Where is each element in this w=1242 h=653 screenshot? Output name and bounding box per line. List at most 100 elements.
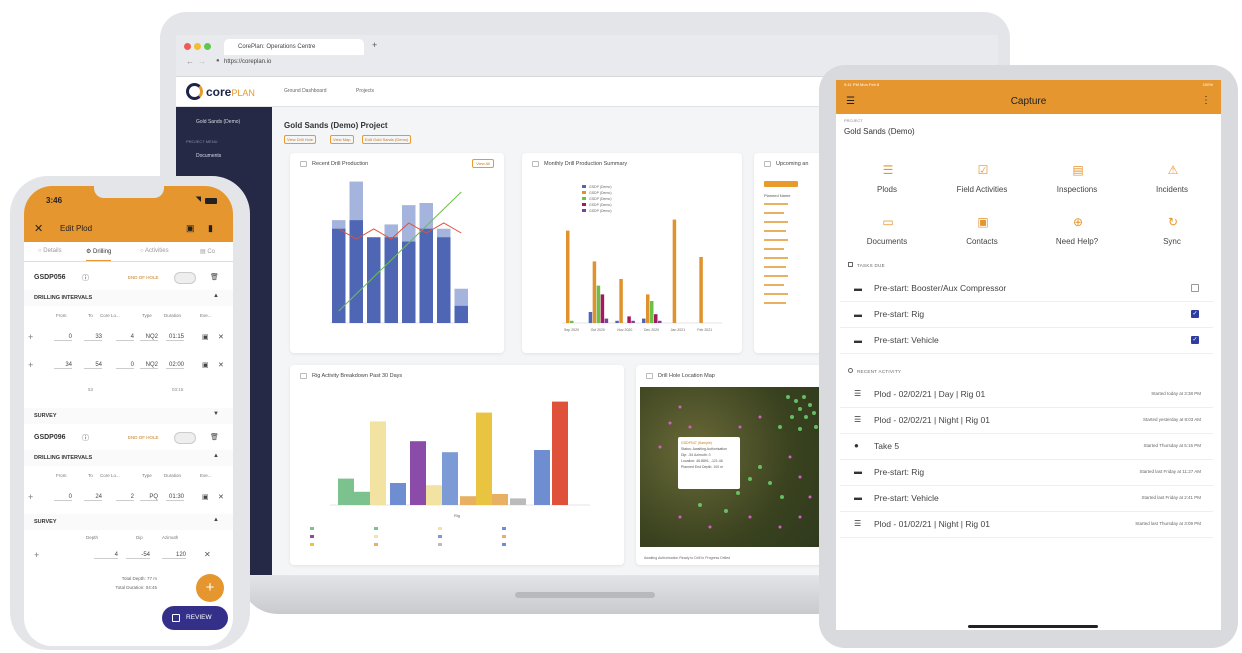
chevron-up-icon[interactable]: ▲: [213, 293, 219, 299]
interval-type-input[interactable]: NQ2: [140, 334, 158, 341]
project-name[interactable]: Gold Sands (Demo): [844, 127, 915, 136]
task-checkbox[interactable]: ✓: [1191, 310, 1199, 318]
interval-duration-input[interactable]: 02:00: [166, 362, 184, 369]
interval-duration-input[interactable]: 01:15: [166, 334, 184, 341]
close-icon[interactable]: ✕: [34, 222, 43, 235]
task-item[interactable]: ▬ Pre-start: Rig ✓: [840, 302, 1213, 328]
address-bar[interactable]: https://coreplan.io: [224, 59, 271, 65]
maximize-window-dot[interactable]: [204, 43, 211, 50]
tile-need-help[interactable]: ⊕ Need Help?: [1032, 208, 1122, 256]
trash-icon[interactable]: 🗑: [210, 273, 219, 281]
interval-from-input[interactable]: 0: [54, 334, 72, 341]
task-checkbox[interactable]: ✓: [1191, 336, 1199, 344]
upcoming-tag[interactable]: [764, 181, 798, 187]
event-icon[interactable]: ▣: [202, 361, 209, 369]
legend-swatch: [438, 527, 442, 530]
map-popup[interactable]: GSDP047 (Sample) Status: Awaiting Author…: [678, 437, 740, 489]
survey-depth-input[interactable]: 4: [94, 552, 118, 559]
activity-item[interactable]: ☰ Plod - 02/02/21 | Night | Rig 01 Started…: [840, 408, 1213, 434]
interval-to-input[interactable]: 24: [84, 494, 102, 501]
map-view[interactable]: GSDP047 (Sample) Status: Awaiting Author…: [640, 387, 822, 547]
interval-to-input[interactable]: 54: [84, 362, 102, 369]
view-map-button[interactable]: View Map: [330, 135, 354, 144]
activity-item[interactable]: ▬ Pre-start: Rig Started last Friday at 11…: [840, 460, 1213, 486]
tab-details[interactable]: ○ Details: [38, 248, 62, 254]
sidebar-project[interactable]: Gold Sands (Demo): [196, 119, 240, 125]
review-button[interactable]: REVIEW: [162, 606, 228, 630]
tick-label: Nov 2020: [617, 328, 632, 332]
new-tab-icon[interactable]: +: [372, 40, 377, 50]
clock-icon: [848, 368, 853, 373]
view-drill-hole-button[interactable]: View Drill Hole: [284, 135, 316, 144]
tile-contacts[interactable]: ▣ Contacts: [937, 208, 1027, 256]
tile-sync[interactable]: ↻ Sync: [1127, 208, 1217, 256]
activity-label: Take 5: [874, 441, 900, 451]
add-survey-icon[interactable]: +: [34, 550, 39, 560]
chevron-up-icon[interactable]: ▲: [213, 517, 219, 523]
interval-from-input[interactable]: 0: [54, 494, 72, 501]
edit-project-button[interactable]: Edit Gold Sands (Demo): [362, 135, 412, 144]
add-interval-icon[interactable]: +: [28, 332, 33, 342]
activity-item[interactable]: ▬ Pre-start: Vehicle Started last Friday a…: [840, 486, 1213, 512]
activity-item[interactable]: ● Take 5 Started Thursday at 5:15 PM: [840, 434, 1213, 460]
bar-actual: [332, 228, 346, 323]
task-item[interactable]: ▬ Pre-start: Vehicle ✓: [840, 328, 1213, 354]
back-icon[interactable]: ←: [186, 57, 194, 66]
minimize-window-dot[interactable]: [194, 43, 201, 50]
chevron-up-icon[interactable]: ▲: [213, 453, 219, 459]
interval-from-input[interactable]: 34: [54, 362, 72, 369]
add-fab-button[interactable]: +: [196, 574, 224, 602]
nav-dashboard[interactable]: Ground Dashboard: [284, 88, 327, 94]
interval-to-input[interactable]: 33: [84, 334, 102, 341]
interval-type-input[interactable]: NQ2: [140, 362, 158, 369]
save-icon[interactable]: ▣: [186, 223, 195, 234]
section-drilling-intervals[interactable]: DRILLING INTERVALS ▲: [24, 290, 233, 306]
browser-tab[interactable]: CorePlan: Operations Centre: [224, 39, 364, 55]
tab-more[interactable]: ▤ Co: [200, 248, 215, 255]
section-survey[interactable]: SURVEY ▼: [24, 408, 233, 424]
end-of-hole-toggle[interactable]: [174, 272, 196, 284]
sidebar-item-documents[interactable]: Documents: [196, 153, 221, 159]
interval-type-input[interactable]: PQ: [140, 494, 158, 501]
task-checkbox[interactable]: [1191, 284, 1199, 292]
task-item[interactable]: ▬ Pre-start: Booster/Aux Compressor: [840, 276, 1213, 302]
interval-core-input[interactable]: 4: [116, 334, 134, 341]
remove-survey-icon[interactable]: ✕: [204, 550, 211, 559]
event-icon[interactable]: ▣: [202, 493, 209, 501]
task-label: Pre-start: Rig: [874, 309, 925, 319]
survey-dip-input[interactable]: -54: [126, 552, 150, 559]
legend-label: GSDP (Demo): [589, 185, 612, 189]
activity-item[interactable]: ☰ Plod - 02/02/21 | Day | Rig 01 Started t…: [840, 382, 1213, 408]
add-interval-icon[interactable]: +: [28, 360, 33, 370]
end-of-hole-toggle[interactable]: [174, 432, 196, 444]
remove-interval-icon[interactable]: ✕: [218, 333, 224, 341]
tile-inspections[interactable]: ▤ Inspections: [1032, 156, 1122, 204]
remove-interval-icon[interactable]: ✕: [218, 493, 224, 501]
add-interval-icon[interactable]: +: [28, 492, 33, 502]
more-options-icon[interactable]: ⋮: [1201, 95, 1211, 106]
section-survey[interactable]: SURVEY ▲: [24, 514, 233, 530]
tile-incidents[interactable]: ⚠ Incidents: [1127, 156, 1217, 204]
nav-projects[interactable]: Projects: [356, 88, 374, 94]
interval-core-input[interactable]: 2: [116, 494, 134, 501]
tile-plods[interactable]: ☰ Plods: [842, 156, 932, 204]
close-window-dot[interactable]: [184, 43, 191, 50]
forward-icon[interactable]: →: [198, 57, 206, 66]
remove-interval-icon[interactable]: ✕: [218, 361, 224, 369]
interval-core-input[interactable]: 0: [116, 362, 134, 369]
event-icon[interactable]: ▣: [202, 333, 209, 341]
interval-duration-input[interactable]: 01:30: [166, 494, 184, 501]
info-icon[interactable]: ⓘ: [82, 433, 89, 443]
survey-azimuth-input[interactable]: 120: [162, 552, 186, 559]
tab-activities[interactable]: ○ Activities: [140, 248, 169, 254]
activity-item[interactable]: ☰ Plod - 01/02/21 | Night | Rig 01 Started…: [840, 512, 1213, 538]
info-icon[interactable]: ⓘ: [82, 273, 89, 283]
tile-documents[interactable]: ▭ Documents: [842, 208, 932, 256]
chevron-down-icon[interactable]: ▼: [213, 411, 219, 417]
tab-drilling[interactable]: ⚙ Drilling: [86, 248, 112, 261]
trash-icon[interactable]: 🗑: [210, 433, 219, 441]
section-drilling-intervals[interactable]: DRILLING INTERVALS ▲: [24, 450, 233, 466]
activity-label: Pre-start: Vehicle: [874, 493, 939, 503]
tile-field-activities[interactable]: ☑ Field Activities: [937, 156, 1027, 204]
delete-icon[interactable]: ▮: [208, 223, 213, 234]
